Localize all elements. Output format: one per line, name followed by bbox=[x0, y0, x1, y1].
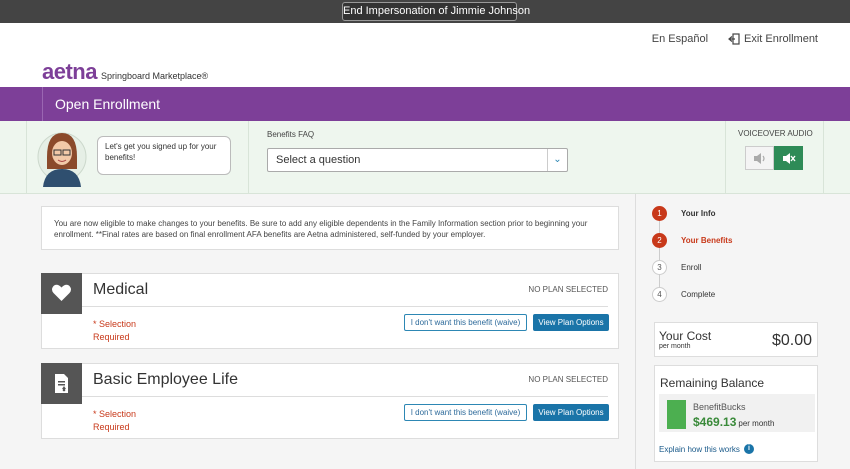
plan-status: NO PLAN SELECTED bbox=[528, 285, 608, 294]
faq-label: Benefits FAQ bbox=[267, 130, 315, 139]
spanish-link[interactable]: En Español bbox=[652, 33, 708, 45]
step-label: Your Benefits bbox=[681, 236, 733, 245]
speaker-mute-icon bbox=[783, 153, 796, 164]
cost-value: $0.00 bbox=[771, 332, 812, 349]
selection-required-line2: Required bbox=[93, 332, 130, 342]
exit-icon bbox=[728, 33, 740, 45]
balance-period: per month bbox=[738, 419, 775, 428]
header-utility-links: En Español Exit Enrollment bbox=[652, 33, 818, 45]
benefit-icon-box bbox=[41, 273, 82, 314]
exit-enrollment-link[interactable]: Exit Enrollment bbox=[728, 33, 818, 45]
eligibility-notice: You are now eligible to make changes to … bbox=[41, 206, 619, 250]
assistant-speech-bubble: Let's get you signed up for your benefit… bbox=[97, 136, 231, 175]
step-label: Your Info bbox=[681, 209, 716, 218]
explain-link[interactable]: Explain how this works i bbox=[659, 444, 754, 454]
step-number: 1 bbox=[652, 206, 667, 221]
step-enroll: 3 Enroll bbox=[652, 260, 701, 275]
selection-required: * Selection Required bbox=[93, 318, 136, 344]
voiceover-label: VOICEOVER AUDIO bbox=[738, 129, 813, 138]
logo-subtitle: Springboard Marketplace® bbox=[100, 71, 209, 81]
step-number: 3 bbox=[652, 260, 667, 275]
view-plan-options-button[interactable]: View Plan Options bbox=[533, 404, 609, 421]
balance-detail: BenefitBucks $469.13 per month bbox=[659, 394, 815, 432]
step-your-info[interactable]: 1 Your Info bbox=[652, 206, 716, 221]
help-strip: Let's get you signed up for your benefit… bbox=[0, 121, 850, 194]
selection-required-line2: Required bbox=[93, 422, 130, 432]
selection-required-line1: * Selection bbox=[93, 409, 137, 419]
balance-amount: $469.13 bbox=[693, 415, 737, 429]
plan-status: NO PLAN SELECTED bbox=[528, 375, 608, 384]
benefit-card-basic-life: Basic Employee Life NO PLAN SELECTED * S… bbox=[41, 363, 619, 439]
step-number: 4 bbox=[652, 287, 667, 302]
steps-connector bbox=[659, 214, 660, 294]
explain-link-label: Explain how this works bbox=[659, 444, 740, 454]
benefit-icon-box bbox=[41, 363, 82, 404]
speaker-icon bbox=[754, 153, 765, 164]
step-number: 2 bbox=[652, 233, 667, 248]
balance-bar bbox=[667, 400, 686, 429]
page-title: Open Enrollment bbox=[42, 87, 160, 121]
exit-enrollment-label: Exit Enrollment bbox=[744, 33, 818, 45]
remaining-balance-panel: Remaining Balance BenefitBucks $469.13 pe… bbox=[654, 365, 818, 462]
view-plan-options-button[interactable]: View Plan Options bbox=[533, 314, 609, 331]
main-content: You are now eligible to make changes to … bbox=[0, 194, 850, 469]
step-your-benefits[interactable]: 2 Your Benefits bbox=[652, 233, 732, 248]
step-label: Enroll bbox=[681, 263, 702, 272]
heart-icon bbox=[52, 284, 71, 301]
benefit-title: Medical bbox=[93, 281, 149, 298]
faq-select-value: Select a question bbox=[276, 154, 361, 166]
selection-required-line1: * Selection bbox=[93, 319, 137, 329]
chevron-down-icon: ⌄ bbox=[547, 149, 567, 171]
balance-name: BenefitBucks bbox=[693, 402, 746, 412]
aetna-logo[interactable]: aetna Springboard Marketplace® bbox=[42, 59, 208, 85]
waive-benefit-button[interactable]: I don't want this benefit (waive) bbox=[404, 404, 527, 421]
benefit-card-medical: Medical NO PLAN SELECTED * Selection Req… bbox=[41, 273, 619, 349]
step-complete: 4 Complete bbox=[652, 287, 715, 302]
page-banner: Open Enrollment bbox=[0, 87, 850, 121]
waive-benefit-button[interactable]: I don't want this benefit (waive) bbox=[404, 314, 527, 331]
info-icon: i bbox=[743, 444, 754, 454]
logo-wordmark: aetna bbox=[42, 59, 97, 84]
voiceover-on-button[interactable] bbox=[745, 146, 774, 170]
balance-amount-line: $469.13 per month bbox=[693, 415, 774, 429]
balance-title: Remaining Balance bbox=[660, 376, 765, 390]
impersonation-bar: End Impersonation of Jimmie Johnson bbox=[0, 0, 850, 23]
voiceover-mute-button[interactable] bbox=[774, 146, 803, 170]
assistant-avatar bbox=[37, 132, 87, 187]
document-icon bbox=[55, 374, 68, 393]
step-label: Complete bbox=[681, 290, 716, 299]
your-cost-panel: Your Cost per month $0.00 bbox=[654, 322, 818, 357]
cost-label: Your Cost bbox=[659, 329, 712, 343]
enrollment-sidebar: 1 Your Info 2 Your Benefits 3 Enroll 4 C… bbox=[635, 194, 850, 469]
end-impersonation-button[interactable]: End Impersonation of Jimmie Johnson bbox=[342, 2, 530, 21]
selection-required: * Selection Required bbox=[93, 408, 136, 434]
faq-select[interactable]: Select a question ⌄ bbox=[267, 148, 568, 172]
cost-period: per month bbox=[659, 343, 691, 350]
benefit-title: Basic Employee Life bbox=[93, 371, 238, 388]
